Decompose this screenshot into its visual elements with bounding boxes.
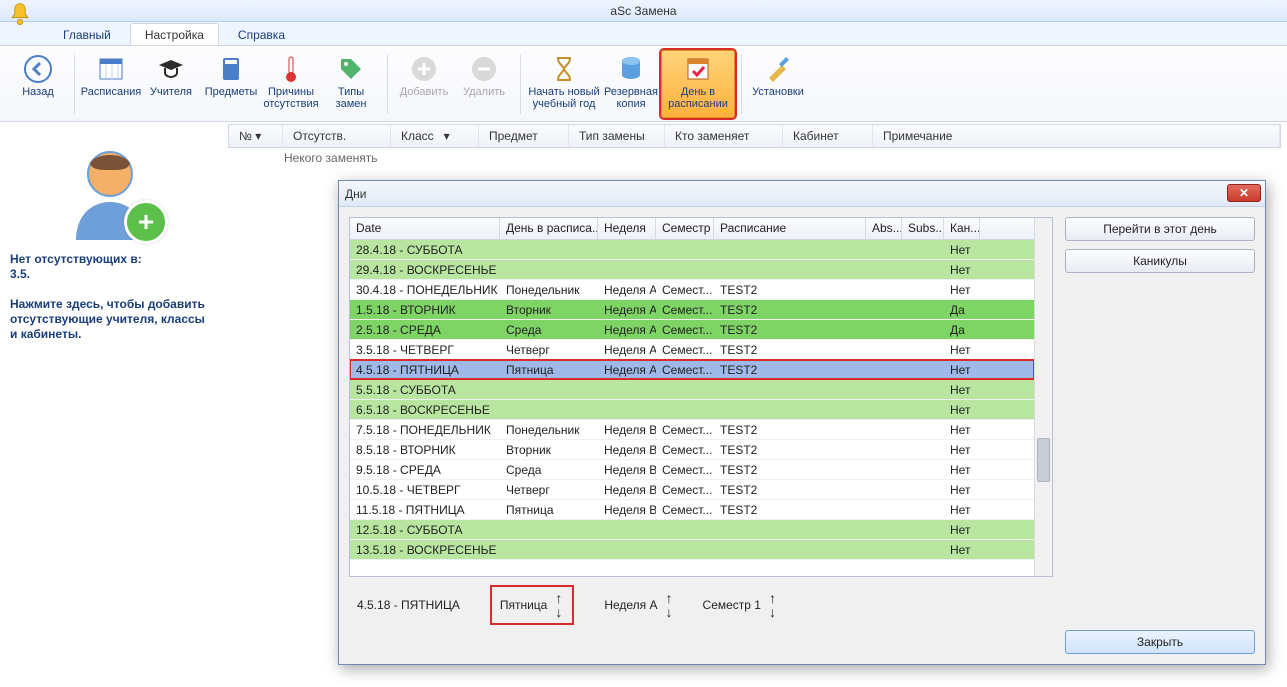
table-row[interactable]: 1.5.18 - ВТОРНИКВторникНеделя АСемест...… (350, 300, 1034, 320)
minus-circle-icon (468, 53, 500, 85)
arrow-down-icon[interactable]: ↓ (666, 605, 673, 619)
teachers-button[interactable]: Учителя (141, 50, 201, 118)
timetables-button[interactable]: Расписания (81, 50, 141, 118)
days-dialog: Дни ✕ Date День в расписа... Неделя Семе… (338, 180, 1266, 665)
table-row[interactable]: 9.5.18 - СРЕДАСредаНеделя ВСемест...TEST… (350, 460, 1034, 480)
col-subs[interactable]: Subs... (902, 218, 944, 239)
col-class[interactable]: Класс ▾ (391, 125, 479, 147)
days-grid: Date День в расписа... Неделя Семестр Ра… (349, 217, 1053, 577)
database-icon (615, 53, 647, 85)
sidebar-hint: Нет отсутствующих в: 3.5. Нажмите здесь,… (10, 252, 210, 342)
tools-icon (762, 53, 794, 85)
thermometer-icon (275, 53, 307, 85)
col-sched[interactable]: Расписание (714, 218, 866, 239)
col-room[interactable]: Кабинет (783, 125, 873, 147)
col-no[interactable]: № ▾ (229, 125, 283, 147)
grid-header: Date День в расписа... Неделя Семестр Ра… (350, 218, 1034, 240)
tab-help[interactable]: Справка (223, 23, 300, 45)
back-arrow-icon (22, 53, 54, 85)
dialog-title: Дни (345, 187, 366, 201)
grid-footer: 4.5.18 - ПЯТНИЦА Пятница ↑↓ Неделя А ↑↓ … (349, 577, 1053, 633)
settings-button[interactable]: Установки (748, 50, 808, 118)
day-in-schedule-button[interactable]: День в расписании (661, 50, 735, 118)
table-row[interactable]: 2.5.18 - СРЕДАСредаНеделя АСемест...TEST… (350, 320, 1034, 340)
table-row[interactable]: 7.5.18 - ПОНЕДЕЛЬНИКПонедельникНеделя ВС… (350, 420, 1034, 440)
table-row[interactable]: 5.5.18 - СУББОТАНет (350, 380, 1034, 400)
footer-sem-spinner[interactable]: Семестр 1 ↑↓ (703, 591, 776, 619)
book-icon (215, 53, 247, 85)
absence-reasons-button[interactable]: Причины отсутствия (261, 50, 321, 118)
window-title: aSc Замена (610, 4, 676, 18)
scroll-thumb[interactable] (1037, 438, 1050, 482)
new-year-button[interactable]: Начать новый учебный год (527, 50, 601, 118)
table-row[interactable]: 12.5.18 - СУББОТАНет (350, 520, 1034, 540)
delete-button[interactable]: Удалить (454, 50, 514, 118)
avatar: + (60, 140, 160, 240)
col-substitute[interactable]: Кто заменяет (665, 125, 783, 147)
arrow-up-icon[interactable]: ↑ (769, 591, 776, 605)
add-button[interactable]: Добавить (394, 50, 454, 118)
dialog-buttons: Перейти в этот день Каникулы Закрыть (1065, 217, 1255, 654)
col-week[interactable]: Неделя (598, 218, 656, 239)
back-button[interactable]: Назад (8, 50, 68, 118)
subjects-button[interactable]: Предметы (201, 50, 261, 118)
goto-day-button[interactable]: Перейти в этот день (1065, 217, 1255, 241)
graduation-cap-icon (155, 53, 187, 85)
tab-main[interactable]: Главный (48, 23, 126, 45)
titlebar: aSc Замена (0, 0, 1287, 22)
hourglass-icon (548, 53, 580, 85)
plus-circle-icon (408, 53, 440, 85)
table-row[interactable]: 30.4.18 - ПОНЕДЕЛЬНИКПонедельникНеделя А… (350, 280, 1034, 300)
col-note[interactable]: Примечание (873, 125, 1280, 147)
table-row[interactable]: 11.5.18 - ПЯТНИЦАПятницаНеделя ВСемест..… (350, 500, 1034, 520)
scrollbar[interactable] (1034, 218, 1052, 576)
no-one-to-substitute: Некого заменять (228, 148, 378, 168)
footer-day-spinner[interactable]: Пятница ↑↓ (490, 585, 575, 625)
main-columns-header: № ▾ Отсутств. Класс ▾ Предмет Тип замены… (228, 124, 1281, 148)
tab-settings[interactable]: Настройка (130, 23, 219, 45)
close-icon[interactable]: ✕ (1227, 184, 1261, 202)
ribbon: Назад Расписания Учителя Предметы Причин… (0, 46, 1287, 122)
col-sem[interactable]: Семестр (656, 218, 714, 239)
col-subject[interactable]: Предмет (479, 125, 569, 147)
col-absent[interactable]: Отсутств. (283, 125, 391, 147)
tag-icon (335, 53, 367, 85)
calendar-icon (95, 53, 127, 85)
close-button[interactable]: Закрыть (1065, 630, 1255, 654)
calendar-check-icon (682, 53, 714, 85)
col-subtype[interactable]: Тип замены (569, 125, 665, 147)
table-row[interactable]: 6.5.18 - ВОСКРЕСЕНЬЕНет (350, 400, 1034, 420)
arrow-down-icon[interactable]: ↓ (555, 605, 562, 619)
table-row[interactable]: 3.5.18 - ЧЕТВЕРГЧетвергНеделя АСемест...… (350, 340, 1034, 360)
footer-week-spinner[interactable]: Неделя А ↑↓ (604, 591, 672, 619)
plus-icon: + (124, 200, 168, 244)
col-date[interactable]: Date (350, 218, 500, 239)
table-row[interactable]: 10.5.18 - ЧЕТВЕРГЧетвергНеделя ВСемест..… (350, 480, 1034, 500)
arrow-down-icon[interactable]: ↓ (769, 605, 776, 619)
col-kan[interactable]: Кан... (944, 218, 980, 239)
sidebar[interactable]: + Нет отсутствующих в: 3.5. Нажмите здес… (10, 140, 210, 342)
table-row[interactable]: 8.5.18 - ВТОРНИКВторникНеделя ВСемест...… (350, 440, 1034, 460)
app-icon (6, 1, 34, 29)
col-day[interactable]: День в расписа... (500, 218, 598, 239)
table-row[interactable]: 28.4.18 - СУББОТАНет (350, 240, 1034, 260)
table-row[interactable]: 29.4.18 - ВОСКРЕСЕНЬЕНет (350, 260, 1034, 280)
footer-date: 4.5.18 - ПЯТНИЦА (357, 598, 460, 612)
arrow-up-icon[interactable]: ↑ (666, 591, 673, 605)
arrow-up-icon[interactable]: ↑ (555, 591, 562, 605)
col-abs[interactable]: Abs... (866, 218, 902, 239)
ribbon-tabs: Главный Настройка Справка (0, 22, 1287, 46)
backup-button[interactable]: Резервная копия (601, 50, 661, 118)
dialog-titlebar[interactable]: Дни ✕ (339, 181, 1265, 207)
sub-types-button[interactable]: Типы замен (321, 50, 381, 118)
holidays-button[interactable]: Каникулы (1065, 249, 1255, 273)
table-row[interactable]: 4.5.18 - ПЯТНИЦАПятницаНеделя АСемест...… (350, 360, 1034, 380)
table-row[interactable]: 13.5.18 - ВОСКРЕСЕНЬЕНет (350, 540, 1034, 560)
